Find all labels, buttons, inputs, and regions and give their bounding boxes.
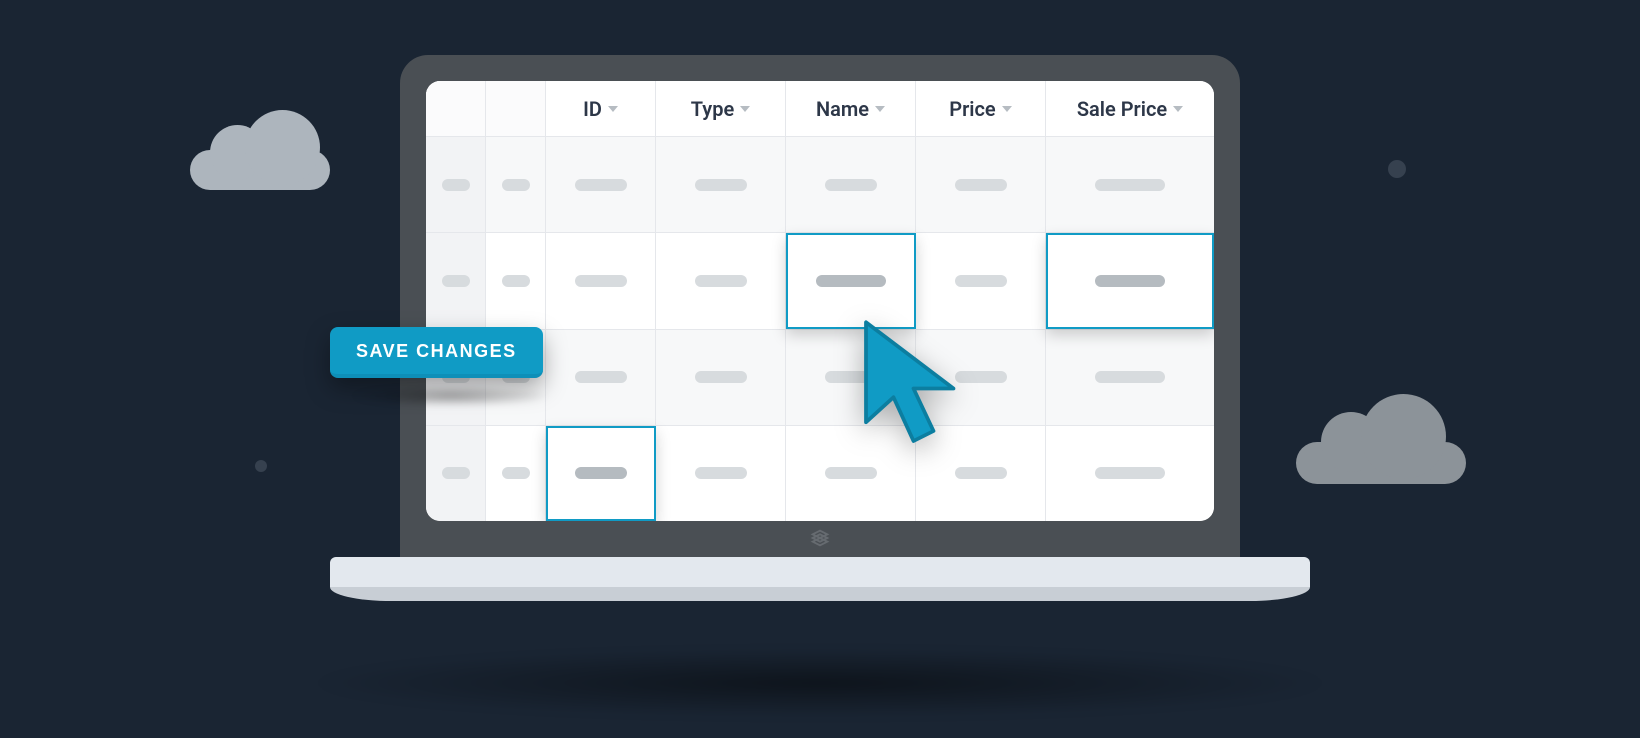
placeholder-value <box>955 371 1007 383</box>
table-cell-id[interactable] <box>546 233 656 328</box>
table-header-name[interactable]: Name <box>786 81 916 136</box>
placeholder-value <box>575 467 627 479</box>
data-table: ID Type Name Price <box>426 81 1214 521</box>
placeholder-value <box>442 179 470 191</box>
table-row <box>426 426 1214 521</box>
table-row <box>426 137 1214 233</box>
laptop-shadow <box>310 648 1330 718</box>
placeholder-value <box>695 275 747 287</box>
table-cell-sale-price[interactable] <box>1046 426 1214 521</box>
table-cell-type[interactable] <box>656 233 786 328</box>
placeholder-value <box>1095 179 1165 191</box>
placeholder-value <box>695 179 747 191</box>
decorative-dot <box>1388 160 1406 178</box>
table-cell-type[interactable] <box>656 330 786 425</box>
placeholder-value <box>575 275 627 287</box>
table-cell[interactable] <box>486 233 546 328</box>
table-header-row: ID Type Name Price <box>426 81 1214 137</box>
table-cell-handle[interactable] <box>426 137 486 232</box>
placeholder-value <box>825 179 877 191</box>
cloud-decoration <box>190 150 330 190</box>
placeholder-value <box>825 467 877 479</box>
table-header-label: Price <box>949 97 995 121</box>
table-row <box>426 233 1214 329</box>
placeholder-value <box>442 467 470 479</box>
table-header-sale-price[interactable]: Sale Price <box>1046 81 1214 136</box>
app-screen: ID Type Name Price <box>426 81 1214 521</box>
table-cell-id[interactable] <box>546 426 656 521</box>
placeholder-value <box>1095 467 1165 479</box>
table-cell-sale-price[interactable] <box>1046 330 1214 425</box>
placeholder-value <box>816 275 886 287</box>
table-cell-name[interactable] <box>786 137 916 232</box>
chevron-down-icon <box>875 106 885 112</box>
placeholder-value <box>695 467 747 479</box>
table-cell-sale-price[interactable] <box>1046 137 1214 232</box>
table-cell-price[interactable] <box>916 137 1046 232</box>
table-header-type[interactable]: Type <box>656 81 786 136</box>
chevron-down-icon <box>740 106 750 112</box>
table-body <box>426 137 1214 521</box>
table-cell-price[interactable] <box>916 233 1046 328</box>
cloud-decoration <box>1296 442 1466 484</box>
table-cell-price[interactable] <box>916 426 1046 521</box>
placeholder-value <box>502 467 530 479</box>
save-changes-label: SAVE CHANGES <box>356 341 517 361</box>
save-changes-button[interactable]: SAVE CHANGES <box>330 327 543 378</box>
table-header-label: Name <box>816 97 869 121</box>
laptop-base-edge <box>330 587 1310 601</box>
table-header-id[interactable]: ID <box>546 81 656 136</box>
table-cell-type[interactable] <box>656 137 786 232</box>
table-header-label: Sale Price <box>1077 97 1167 121</box>
placeholder-value <box>502 179 530 191</box>
brand-logo-icon <box>809 527 831 549</box>
table-header-blank <box>486 81 546 136</box>
table-cell-handle[interactable] <box>426 233 486 328</box>
table-cell-sale-price[interactable] <box>1046 233 1214 328</box>
table-cell-handle[interactable] <box>426 426 486 521</box>
placeholder-value <box>695 371 747 383</box>
placeholder-value <box>1095 275 1165 287</box>
laptop-base <box>330 557 1310 587</box>
table-row <box>426 330 1214 426</box>
chevron-down-icon <box>608 106 618 112</box>
laptop-illustration: ID Type Name Price <box>400 55 1240 601</box>
table-cell-type[interactable] <box>656 426 786 521</box>
placeholder-value <box>502 275 530 287</box>
placeholder-value <box>825 371 877 383</box>
table-header-blank <box>426 81 486 136</box>
placeholder-value <box>575 179 627 191</box>
placeholder-value <box>1095 371 1165 383</box>
chevron-down-icon <box>1002 106 1012 112</box>
table-cell-name[interactable] <box>786 426 916 521</box>
placeholder-value <box>955 467 1007 479</box>
placeholder-value <box>955 275 1007 287</box>
placeholder-value <box>955 179 1007 191</box>
button-shadow <box>350 385 551 407</box>
table-cell-price[interactable] <box>916 330 1046 425</box>
placeholder-value <box>575 371 627 383</box>
table-cell[interactable] <box>486 137 546 232</box>
table-header-label: Type <box>691 97 734 121</box>
chevron-down-icon <box>1173 106 1183 112</box>
table-header-label: ID <box>583 97 602 121</box>
table-cell[interactable] <box>486 426 546 521</box>
placeholder-value <box>442 275 470 287</box>
table-cell-name[interactable] <box>786 330 916 425</box>
table-cell-name[interactable] <box>786 233 916 328</box>
table-header-price[interactable]: Price <box>916 81 1046 136</box>
decorative-dot <box>255 460 267 472</box>
table-cell-id[interactable] <box>546 330 656 425</box>
table-cell-id[interactable] <box>546 137 656 232</box>
